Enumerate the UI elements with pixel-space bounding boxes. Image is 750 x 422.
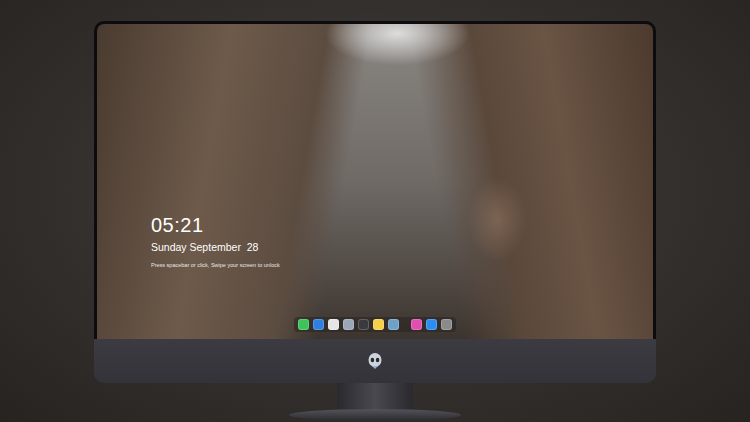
monitor-base xyxy=(289,409,461,421)
monitor-stand xyxy=(337,383,413,409)
app-icon[interactable] xyxy=(426,319,437,330)
app-icon[interactable] xyxy=(313,319,324,330)
app-icon[interactable] xyxy=(411,319,422,330)
monitor-screen: 05:21 Sunday September 28 Press spacebar o… xyxy=(94,21,656,339)
app-icon[interactable] xyxy=(358,319,369,330)
app-icon[interactable] xyxy=(388,319,399,330)
dock xyxy=(294,317,456,332)
logo-icon xyxy=(367,352,383,370)
wallpaper: 05:21 Sunday September 28 Press spacebar o… xyxy=(97,24,653,339)
dock-group xyxy=(298,319,399,330)
clock-date: Sunday September 28 xyxy=(151,240,653,256)
app-icon[interactable] xyxy=(343,319,354,330)
unlock-hint: Press spacebar or click, Swipe your scre… xyxy=(151,261,653,269)
app-icon[interactable] xyxy=(298,319,309,330)
app-icon[interactable] xyxy=(328,319,339,330)
app-icon[interactable] xyxy=(373,319,384,330)
clock-time: 05:21 xyxy=(151,214,653,236)
monitor-chin xyxy=(94,339,656,383)
dock-group xyxy=(411,319,452,330)
app-icon[interactable] xyxy=(441,319,452,330)
monitor: 05:21 Sunday September 28 Press spacebar o… xyxy=(94,21,656,383)
desktop-scene: 05:21 Sunday September 28 Press spacebar o… xyxy=(0,0,750,422)
